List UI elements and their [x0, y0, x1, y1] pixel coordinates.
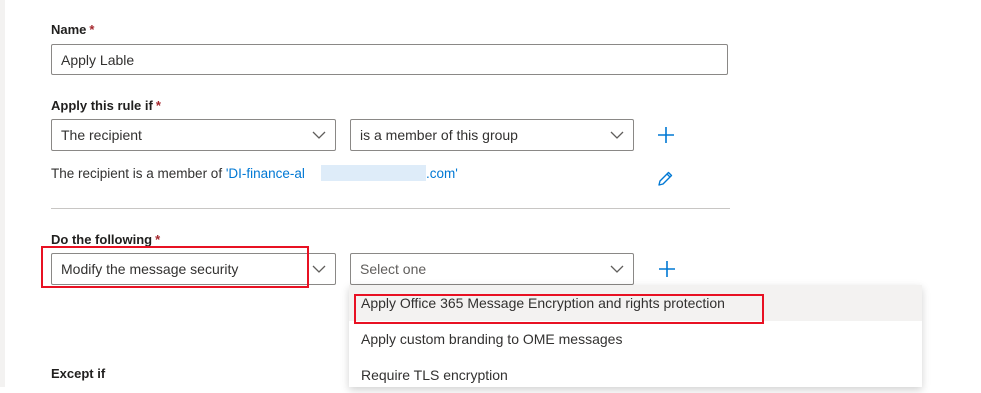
chevron-down-icon — [312, 128, 326, 142]
condition-subject-select[interactable]: The recipient — [51, 119, 336, 151]
action-options-dropdown: Apply Office 365 Message Encryption and … — [349, 285, 922, 387]
chevron-down-icon — [610, 262, 624, 276]
condition-predicate-select[interactable]: is a member of this group — [350, 119, 634, 151]
name-input-value: Apply Lable — [61, 51, 135, 68]
condition-label: Apply this rule if * — [51, 98, 161, 113]
condition-subject-value: The recipient — [61, 127, 142, 143]
condition-summary-prefix: The recipient is a member of — [51, 166, 226, 181]
condition-summary: The recipient is a member of 'DI-finance… — [51, 165, 458, 181]
exception-label: Except if — [51, 366, 106, 381]
left-rail — [0, 0, 5, 387]
condition-predicate-value: is a member of this group — [360, 127, 518, 143]
section-divider — [51, 208, 730, 209]
action-select[interactable]: Modify the message security — [51, 253, 336, 285]
name-label: Name * — [51, 22, 95, 37]
add-condition-plus-icon[interactable] — [655, 124, 677, 146]
group-link-end[interactable]: .com' — [426, 166, 458, 181]
redacted-block — [320, 165, 426, 181]
dropdown-option[interactable]: Apply Office 365 Message Encryption and … — [349, 285, 922, 321]
action-label: Do the following * — [51, 232, 161, 247]
name-input[interactable]: Apply Lable — [51, 44, 728, 75]
dropdown-option[interactable]: Apply custom branding to OME messages — [349, 321, 922, 357]
action-select-value: Modify the message security — [61, 261, 239, 277]
group-link[interactable]: 'DI-finance-al — [226, 166, 305, 181]
chevron-down-icon — [610, 128, 624, 142]
edit-pencil-icon[interactable] — [654, 168, 676, 190]
chevron-down-icon — [312, 262, 326, 276]
action-option-placeholder: Select one — [360, 261, 427, 277]
dropdown-option[interactable]: Require TLS encryption — [349, 357, 922, 393]
add-action-plus-icon[interactable] — [656, 258, 678, 280]
action-option-select[interactable]: Select one — [350, 253, 634, 285]
